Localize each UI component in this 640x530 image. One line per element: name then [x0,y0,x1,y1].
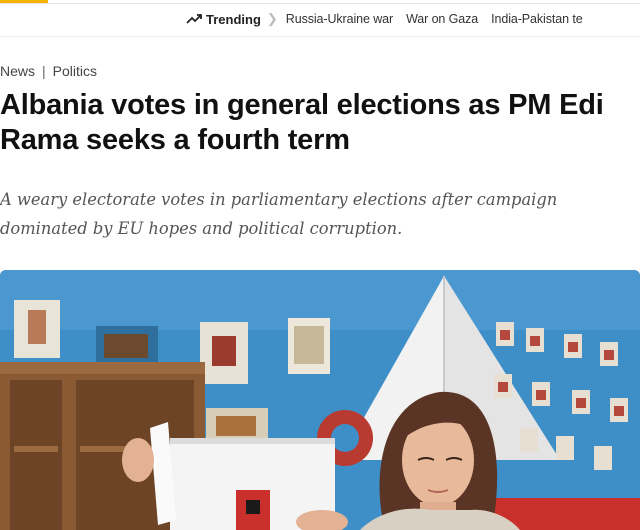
trending-bar: Trending ❯ Russia-Ukraine war War on Gaz… [0,4,640,34]
trending-link-india-pakistan[interactable]: India-Pakistan te [491,12,583,26]
breadcrumb: News | Politics [0,63,97,79]
chevron-right-icon: ❯ [266,11,278,26]
trending-label: Trending [186,12,261,27]
breadcrumb-politics[interactable]: Politics [53,63,97,79]
trending-divider [0,36,640,37]
trending-link-war-on-gaza[interactable]: War on Gaza [406,12,478,26]
hero-image [0,270,640,530]
breadcrumb-news[interactable]: News [0,63,35,79]
trending-up-icon [186,14,202,24]
article-headline: Albania votes in general elections as PM… [0,89,604,156]
article-standfirst: A weary electorate votes in parliamentar… [0,190,558,238]
breadcrumb-separator: | [42,63,46,79]
trending-link-russia-ukraine[interactable]: Russia-Ukraine war [286,12,393,26]
trending-label-text: Trending [206,11,261,27]
hero-photo-illustration [0,270,640,530]
